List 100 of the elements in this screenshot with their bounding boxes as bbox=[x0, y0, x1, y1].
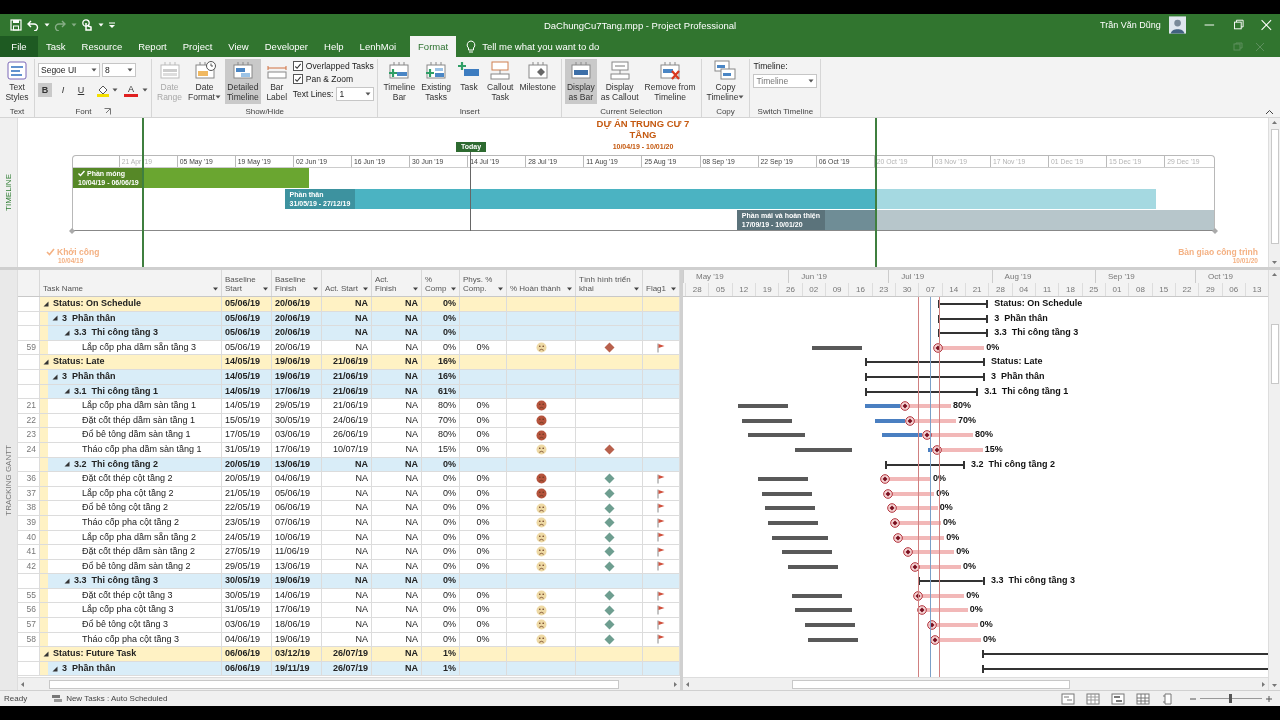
text-format-button[interactable]: U bbox=[74, 83, 88, 97]
collapse-arrow-icon[interactable] bbox=[64, 330, 70, 336]
user-name[interactable]: Trần Văn Dũng bbox=[1100, 20, 1161, 30]
dropdown-icon[interactable] bbox=[212, 286, 219, 292]
dropdown-icon[interactable] bbox=[633, 286, 640, 292]
column-header[interactable]: Baseline Finish bbox=[272, 270, 322, 296]
caret-icon[interactable] bbox=[44, 22, 50, 28]
checkbox-label[interactable]: Overlapped Tasks bbox=[305, 61, 374, 71]
font-color-button[interactable]: A bbox=[124, 83, 138, 97]
dropdown-icon[interactable] bbox=[497, 286, 504, 292]
ribbon-button[interactable]: Callout Task bbox=[485, 59, 516, 104]
caret-icon[interactable] bbox=[112, 87, 118, 93]
column-header[interactable]: Baseline Start bbox=[222, 270, 272, 296]
zoom-in-icon[interactable] bbox=[1265, 694, 1273, 703]
dropdown-icon[interactable] bbox=[312, 286, 319, 292]
ribbon-button[interactable]: Remove from Timeline bbox=[642, 59, 698, 104]
view-icon[interactable] bbox=[1111, 692, 1125, 705]
scrollbar-thumb[interactable] bbox=[792, 679, 1070, 689]
checkbox-label[interactable]: Pan & Zoom bbox=[305, 74, 354, 84]
collapse-arrow-icon[interactable] bbox=[43, 651, 49, 658]
save-icon[interactable] bbox=[10, 19, 22, 31]
ribbon-button[interactable]: Milestone bbox=[517, 59, 558, 104]
collapse-arrow-icon[interactable] bbox=[43, 300, 49, 307]
dropdown-icon[interactable] bbox=[262, 286, 269, 292]
column-header[interactable]: % Hoàn thành bbox=[507, 270, 576, 296]
font-size-field[interactable]: 8 bbox=[102, 63, 136, 77]
text-format-button[interactable]: I bbox=[56, 83, 70, 97]
collapse-arrow-icon[interactable] bbox=[52, 373, 58, 380]
collapse-arrow-icon[interactable] bbox=[64, 388, 70, 395]
ribbon-button[interactable]: Detailed Timeline bbox=[225, 59, 261, 104]
fill-color-icon[interactable] bbox=[96, 83, 110, 97]
menu-tab[interactable]: View bbox=[220, 36, 257, 57]
menu-tab[interactable]: Report bbox=[130, 36, 175, 57]
dropdown-icon[interactable] bbox=[566, 286, 573, 292]
menu-tab[interactable]: Project bbox=[174, 36, 221, 57]
column-header[interactable]: % Comp bbox=[422, 270, 460, 296]
dropdown-icon[interactable] bbox=[362, 286, 369, 292]
dialog-launcher-icon[interactable] bbox=[103, 108, 111, 115]
menu-tab[interactable]: Developer bbox=[256, 36, 317, 57]
column-header[interactable]: Phys. % Comp. bbox=[460, 270, 507, 296]
collapse-arrow-icon[interactable] bbox=[43, 359, 49, 366]
font-name-field[interactable]: Segoe UI bbox=[38, 63, 100, 77]
column-header[interactable]: Act. Start bbox=[322, 270, 372, 296]
tell-me-search[interactable]: Tell me what you want to do bbox=[482, 41, 600, 52]
dropdown-icon[interactable] bbox=[670, 286, 677, 292]
caret-icon[interactable] bbox=[738, 94, 745, 100]
menu-tab[interactable]: Resource bbox=[73, 36, 131, 57]
menu-tab[interactable]: File bbox=[0, 36, 38, 57]
view-icon[interactable] bbox=[1161, 692, 1175, 705]
text-format-button[interactable]: B bbox=[38, 83, 52, 97]
caret-icon[interactable] bbox=[91, 67, 97, 73]
vertical-scrollbar[interactable] bbox=[1268, 270, 1280, 690]
dropdown-icon[interactable] bbox=[450, 286, 457, 292]
menu-tab[interactable]: LenhMoi bbox=[351, 36, 405, 57]
ribbon-button[interactable]: Date Format bbox=[186, 59, 223, 104]
menu-tab[interactable]: Help bbox=[316, 36, 352, 57]
timeline-field[interactable]: Timeline bbox=[753, 74, 818, 88]
undo-icon[interactable] bbox=[27, 19, 39, 31]
caret-icon[interactable] bbox=[808, 78, 815, 84]
scroll-down-icon[interactable] bbox=[1269, 258, 1280, 267]
caret-icon[interactable] bbox=[142, 87, 148, 93]
zoom-slider[interactable] bbox=[1228, 694, 1232, 703]
scrollbar-thumb[interactable] bbox=[1270, 324, 1279, 384]
collapse-arrow-icon[interactable] bbox=[52, 665, 58, 672]
collapse-arrow-icon[interactable] bbox=[52, 315, 58, 322]
collapse-arrow-icon[interactable] bbox=[64, 578, 70, 585]
horizontal-scrollbar[interactable] bbox=[18, 677, 680, 690]
touch-mode-icon[interactable] bbox=[81, 18, 93, 32]
auto-schedule-icon[interactable] bbox=[51, 693, 64, 704]
ribbon-button[interactable]: Copy Timeline bbox=[704, 59, 747, 104]
text-lines-field[interactable]: 1 bbox=[336, 87, 375, 101]
ribbon-button[interactable]: Text Styles bbox=[3, 59, 31, 104]
column-header[interactable]: Task Name bbox=[40, 270, 222, 296]
caret-icon[interactable] bbox=[365, 91, 372, 97]
menu-tab[interactable]: Task bbox=[38, 36, 74, 57]
ribbon-button[interactable]: Display as Bar bbox=[564, 59, 597, 104]
menu-tab[interactable]: Format bbox=[410, 36, 457, 57]
scrollbar-thumb[interactable] bbox=[49, 679, 619, 689]
dropdown-icon[interactable] bbox=[412, 286, 419, 292]
caret-icon[interactable] bbox=[215, 94, 221, 100]
vertical-scrollbar[interactable] bbox=[1268, 118, 1280, 267]
collapse-arrow-icon[interactable] bbox=[64, 461, 70, 468]
ribbon-button[interactable]: Existing Tasks bbox=[419, 59, 453, 104]
ribbon-button[interactable]: Task bbox=[455, 59, 483, 104]
caret-icon[interactable] bbox=[98, 22, 104, 28]
column-header[interactable]: Tình hình triển khai bbox=[576, 270, 643, 296]
caret-icon[interactable] bbox=[127, 67, 133, 73]
customize-icon[interactable] bbox=[108, 21, 116, 29]
ribbon-button[interactable]: Display as Callout bbox=[598, 59, 641, 104]
view-icon[interactable] bbox=[1136, 692, 1150, 705]
collapse-ribbon-icon[interactable] bbox=[1265, 109, 1274, 115]
ribbon-button[interactable]: Bar Label bbox=[262, 59, 291, 104]
scrollbar-thumb[interactable] bbox=[1270, 129, 1279, 244]
ribbon-button[interactable]: Timeline Bar bbox=[381, 59, 418, 104]
checkbox[interactable] bbox=[292, 61, 303, 71]
task-mode-status[interactable]: New Tasks : Auto Scheduled bbox=[66, 694, 168, 703]
avatar-icon[interactable] bbox=[1168, 16, 1186, 34]
checkbox[interactable] bbox=[292, 74, 303, 84]
column-header[interactable]: Act. Finish bbox=[372, 270, 422, 296]
horizontal-scrollbar[interactable] bbox=[683, 677, 1268, 690]
